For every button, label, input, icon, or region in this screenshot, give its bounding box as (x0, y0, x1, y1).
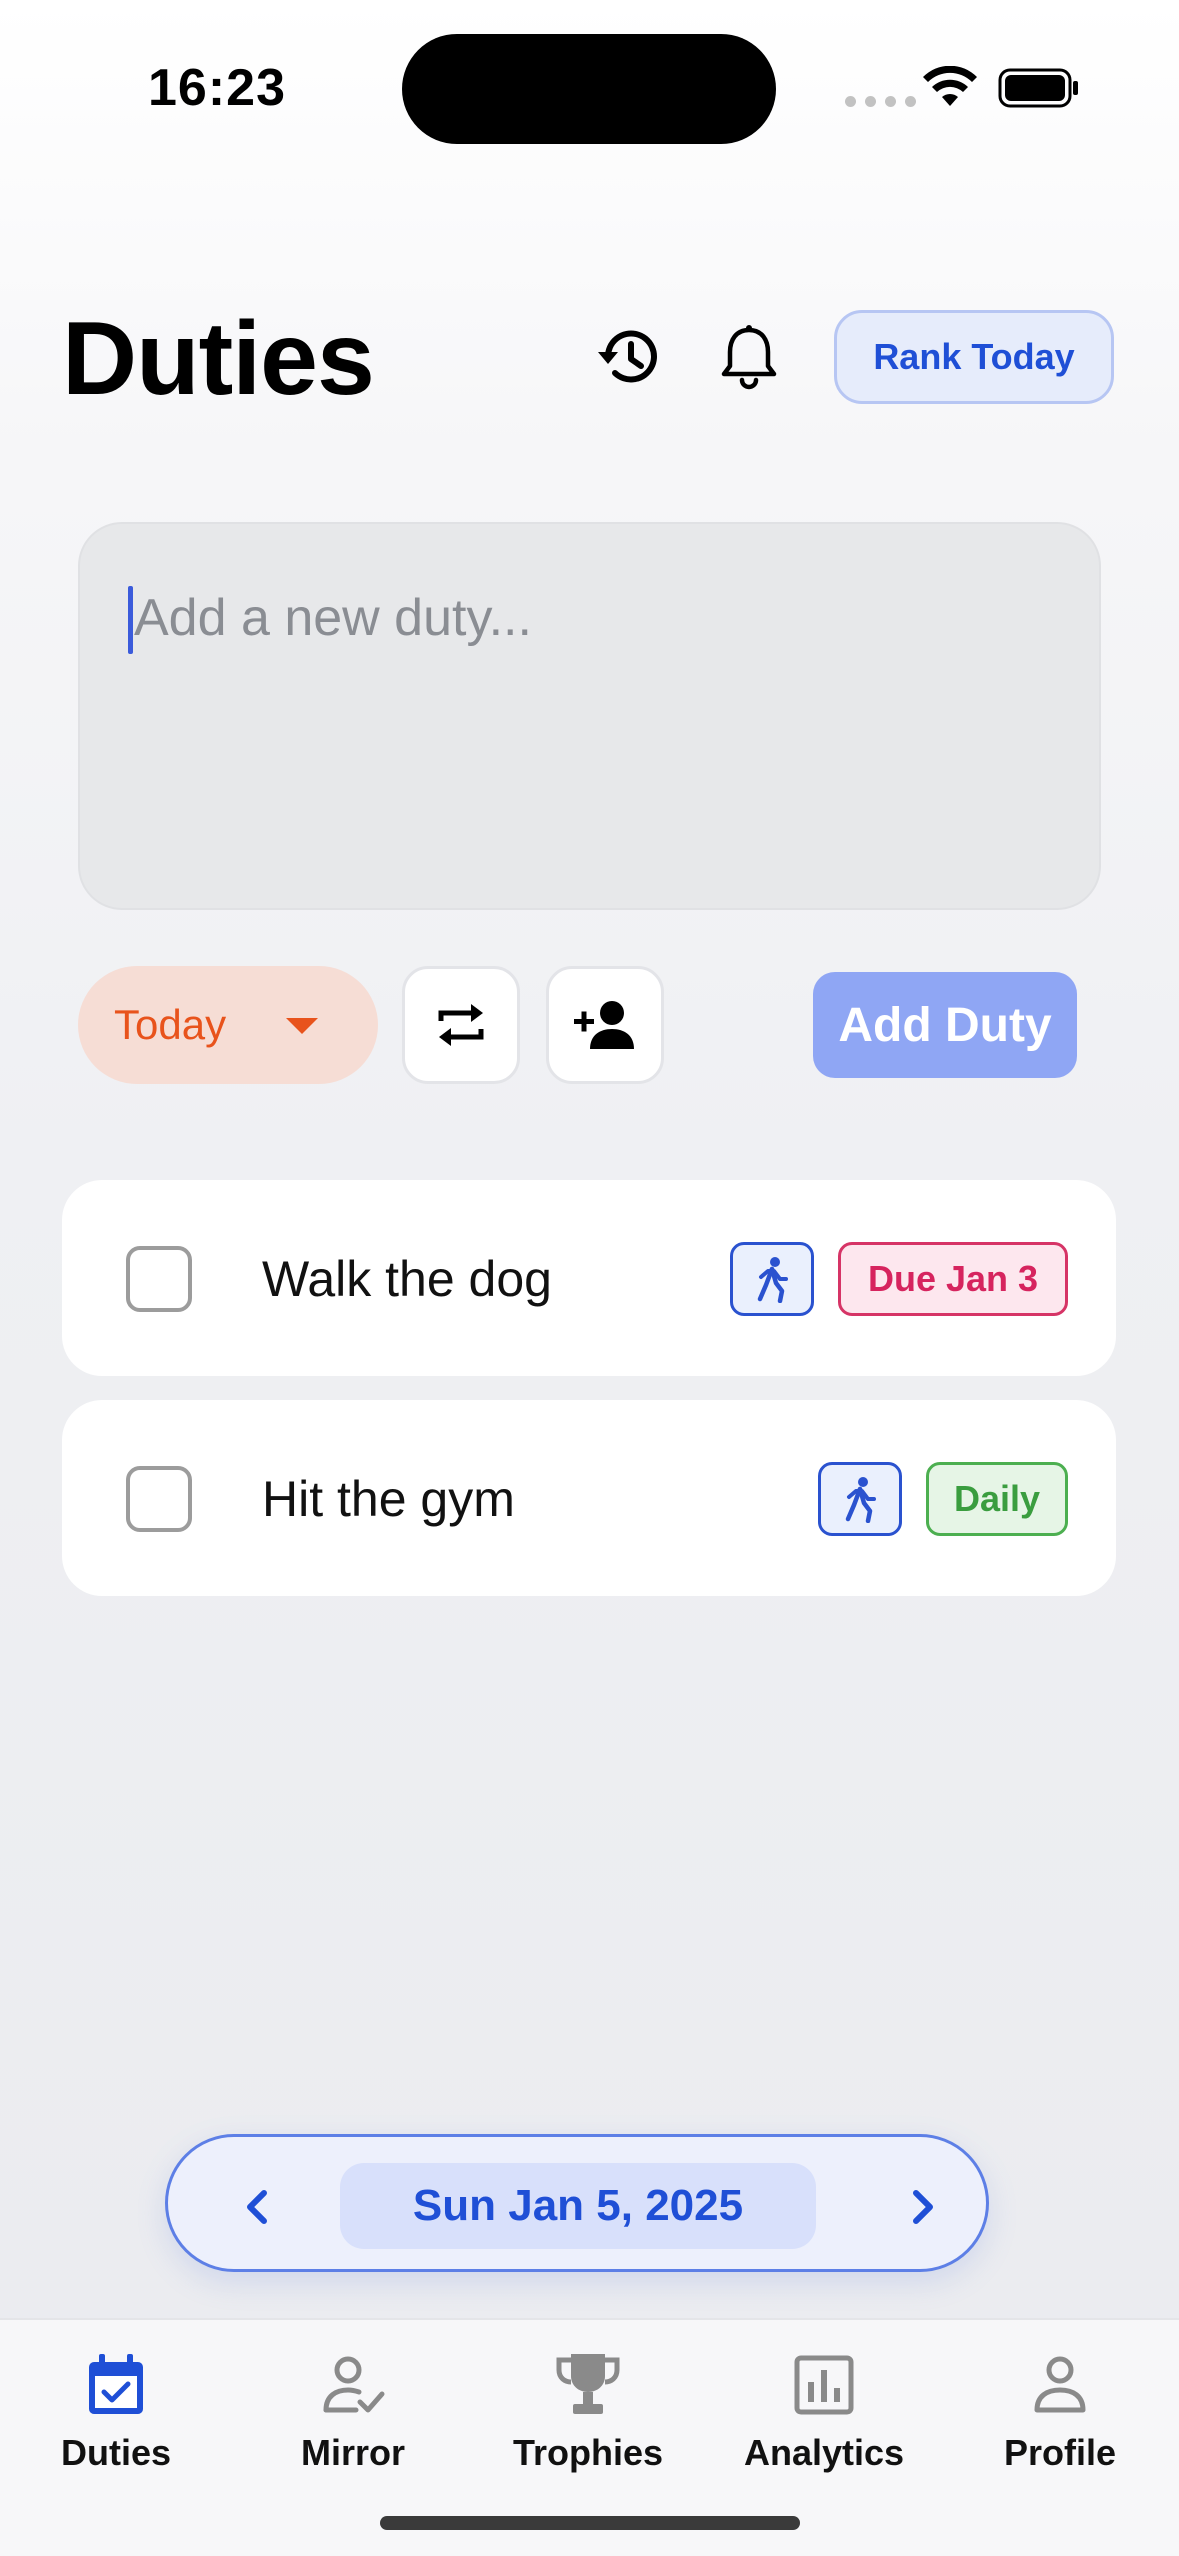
assign-person-button[interactable] (546, 966, 664, 1084)
status-time: 16:23 (148, 59, 286, 117)
chevron-left-icon[interactable] (228, 2177, 288, 2237)
calendar-check-icon (89, 2354, 143, 2414)
due-date-dropdown[interactable]: Today (78, 966, 378, 1084)
person-check-icon (323, 2356, 385, 2413)
caret-down-icon (286, 1018, 318, 1034)
due-date-label: Today (114, 1001, 227, 1048)
home-indicator[interactable] (380, 2516, 800, 2530)
new-duty-placeholder: Add a new duty... (134, 589, 532, 647)
running-person-icon (757, 1257, 788, 1303)
tab-label: Duties (60, 2432, 172, 2473)
text-cursor (128, 586, 133, 654)
running-person-icon (845, 1477, 876, 1523)
person-icon (1034, 2356, 1086, 2413)
tab-label: Mirror (300, 2432, 405, 2473)
date-navigator: Sun Jan 5, 2025 (165, 2134, 989, 2272)
tab-label: Analytics (743, 2432, 905, 2473)
status-bar: 16:23 (0, 0, 1179, 170)
page-title: Duties (62, 301, 375, 417)
duty-checkbox[interactable] (126, 1466, 192, 1532)
tab-profile[interactable]: Profile (960, 2350, 1160, 2490)
repeat-tag: Daily (926, 1462, 1068, 1536)
dynamic-island (402, 34, 776, 144)
add-person-icon (574, 1001, 634, 1049)
repeat-icon (438, 1004, 484, 1046)
new-duty-input[interactable]: Add a new duty... (78, 522, 1101, 910)
cellular-signal-icon (845, 96, 916, 107)
tab-label: Trophies (512, 2432, 664, 2473)
tab-analytics[interactable]: Analytics (724, 2350, 924, 2490)
current-date[interactable]: Sun Jan 5, 2025 (340, 2163, 816, 2249)
rank-today-button[interactable]: Rank Today (834, 310, 1114, 404)
duty-label: Hit the gym (262, 1471, 515, 1527)
trophy-icon (556, 2354, 620, 2414)
due-date-tag: Due Jan 3 (838, 1242, 1068, 1316)
bar-chart-icon (794, 2355, 854, 2415)
add-duty-button[interactable]: Add Duty (813, 972, 1077, 1078)
duty-card[interactable]: Walk the dog Due Jan 3 (62, 1180, 1116, 1376)
duty-checkbox[interactable] (126, 1246, 192, 1312)
tab-duties[interactable]: Duties (16, 2350, 216, 2490)
bell-icon[interactable] (716, 322, 782, 392)
repeat-button[interactable] (402, 966, 520, 1084)
battery-icon (998, 68, 1078, 108)
tab-trophies[interactable]: Trophies (488, 2350, 688, 2490)
history-icon[interactable] (594, 322, 664, 392)
duty-label: Walk the dog (262, 1251, 552, 1307)
duty-card[interactable]: Hit the gym Daily (62, 1400, 1116, 1596)
chevron-right-icon[interactable] (892, 2177, 952, 2237)
activity-badge[interactable] (818, 1462, 902, 1536)
tab-label: Profile (1003, 2432, 1117, 2473)
tab-mirror[interactable]: Mirror (253, 2350, 453, 2490)
wifi-icon (923, 66, 977, 106)
activity-badge[interactable] (730, 1242, 814, 1316)
